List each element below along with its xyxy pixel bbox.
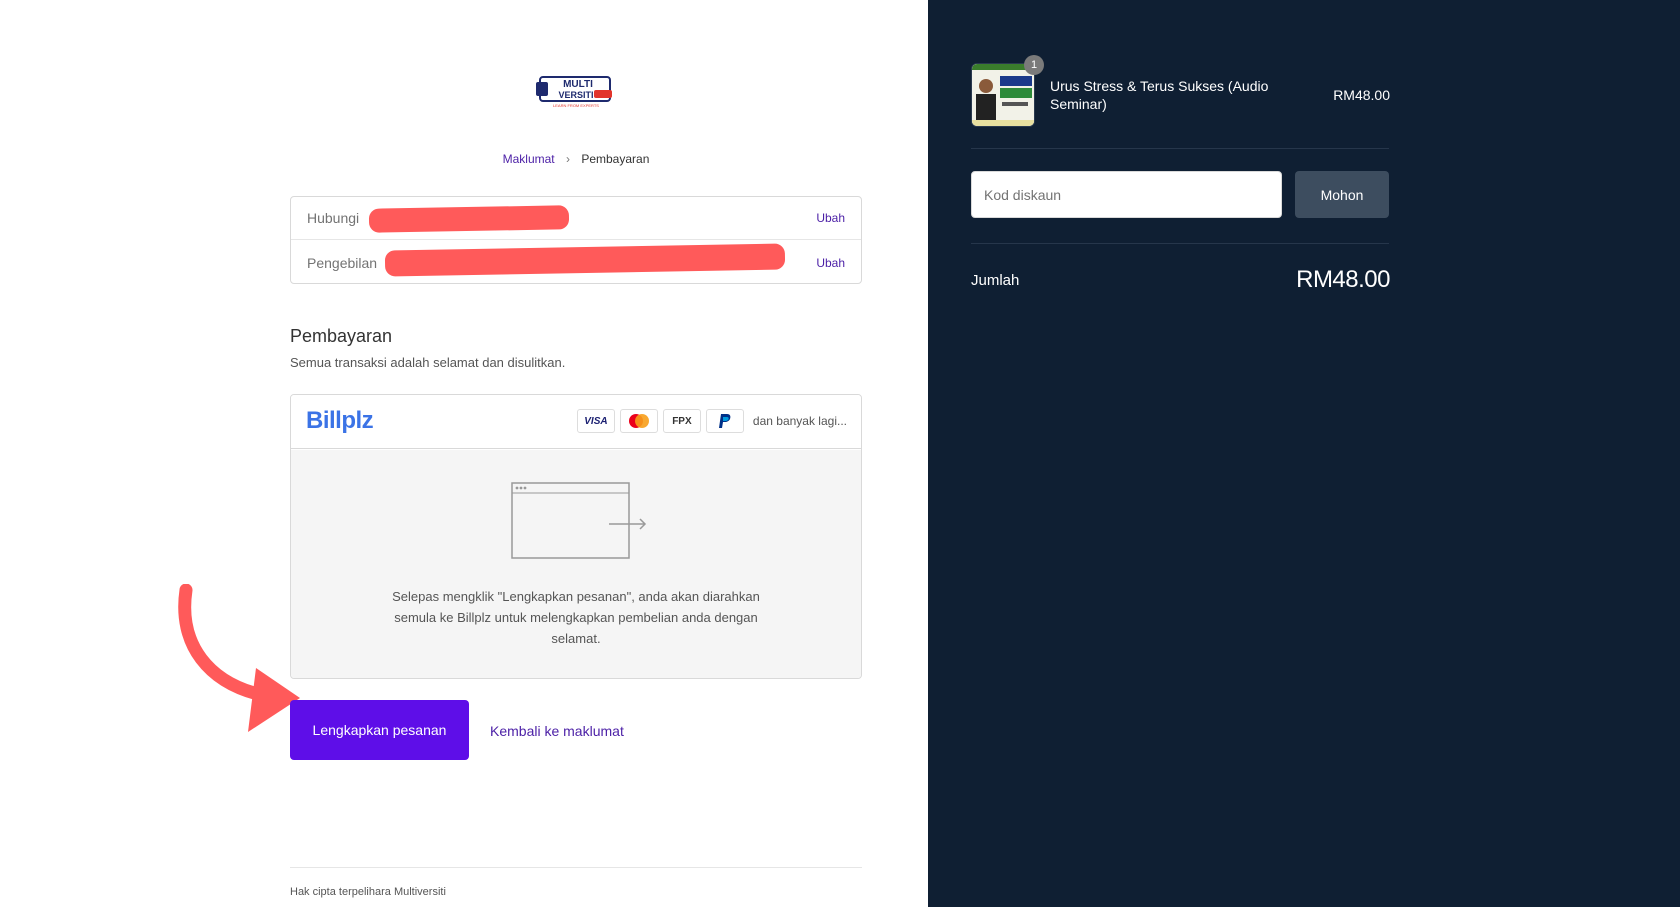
annotation-arrow-icon: [178, 584, 300, 732]
payment-subtitle: Semua transaksi adalah selamat dan disul…: [290, 355, 566, 370]
billplz-logo: Billplz: [306, 407, 374, 434]
complete-order-button[interactable]: Lengkapkan pesanan: [290, 700, 469, 760]
change-billing-link[interactable]: Ubah: [816, 256, 845, 270]
svg-text:MULTI: MULTI: [563, 79, 593, 90]
svg-text:LEARN FROM EXPERTS: LEARN FROM EXPERTS: [553, 103, 599, 108]
apply-discount-button[interactable]: Mohon: [1295, 171, 1389, 218]
copyright-text: Hak cipta terpelihara Multiversiti: [290, 886, 446, 898]
total-label: Jumlah: [971, 272, 1020, 289]
visa-icon: VISA: [576, 409, 615, 433]
multiversiti-logo[interactable]: MULTI VERSITI LEARN FROM EXPERTS: [534, 74, 618, 110]
footer-divider: [290, 867, 862, 868]
product-thumbnail: [971, 63, 1035, 127]
more-methods-text: dan banyak lagi...: [752, 414, 847, 428]
redirect-info: Selepas mengklik "Lengkapkan pesanan", a…: [291, 450, 861, 678]
order-summary: [928, 0, 1680, 907]
redirect-message: Selepas mengklik "Lengkapkan pesanan", a…: [392, 589, 760, 646]
product-name: Urus Stress & Terus Sukses (Audio Semina…: [1050, 78, 1269, 112]
billing-label: Pengebilan: [307, 254, 378, 271]
svg-text:VERSITI: VERSITI: [558, 90, 593, 100]
chevron-right-icon: ›: [565, 152, 570, 166]
review-info-box: Hubungi Ubah Pengebilan Ubah: [290, 196, 862, 284]
summary-divider: [971, 243, 1389, 244]
breadcrumb-pembayaran: Pembayaran: [581, 152, 650, 166]
payment-provider-header[interactable]: Billplz VISA FPX dan banyak lagi...: [291, 395, 861, 449]
payment-heading: Pembayaran: [290, 326, 393, 346]
summary-divider: [971, 148, 1389, 149]
fpx-icon: FPX: [662, 409, 701, 433]
quantity-badge: 1: [1024, 55, 1044, 75]
change-contact-link[interactable]: Ubah: [816, 211, 845, 225]
accepted-cards: VISA FPX dan banyak lagi...: [576, 409, 847, 433]
contact-label: Hubungi: [307, 210, 360, 226]
return-to-info-link[interactable]: Kembali ke maklumat: [490, 723, 624, 739]
browser-redirect-icon: [511, 482, 647, 559]
redaction-mark: [368, 205, 570, 233]
paypal-icon: [705, 409, 744, 433]
breadcrumb-maklumat[interactable]: Maklumat: [503, 152, 555, 166]
mastercard-icon: [619, 409, 658, 433]
discount-code-input[interactable]: [971, 171, 1282, 218]
payment-method-box: Billplz VISA FPX dan banyak lagi... Sele…: [290, 394, 862, 679]
checkout-main: MULTI VERSITI LEARN FROM EXPERTS Makluma…: [0, 0, 928, 907]
product-price: RM48.00: [1333, 87, 1390, 103]
total-value: RM48.00: [1296, 266, 1390, 293]
